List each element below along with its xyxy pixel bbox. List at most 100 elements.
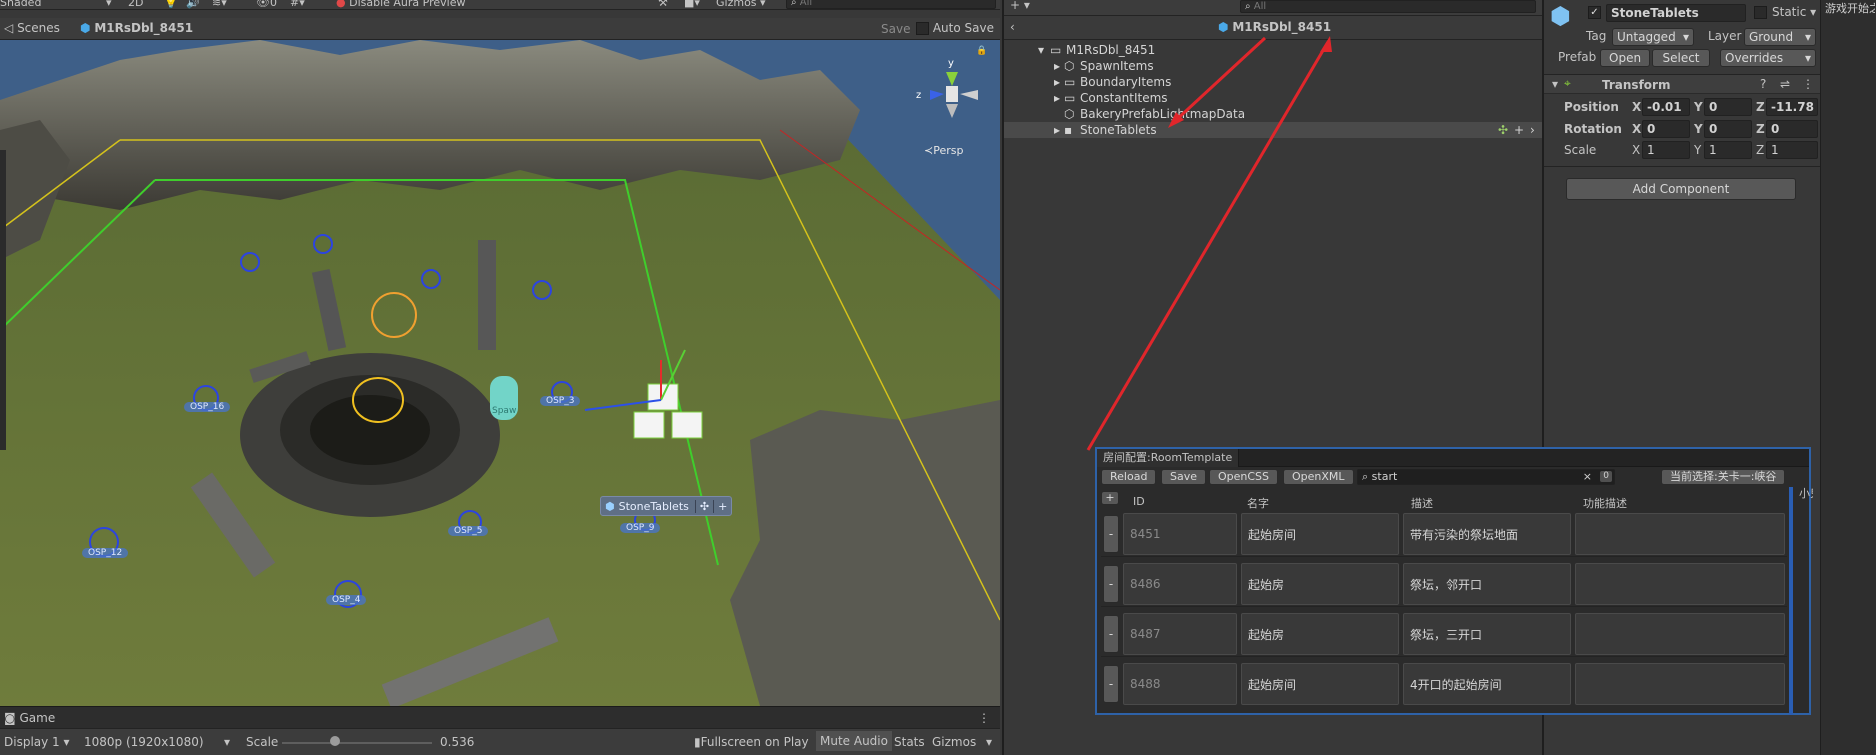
- rotation-z-field[interactable]: 0: [1766, 120, 1818, 138]
- camera-icon[interactable]: ■▾: [684, 0, 700, 9]
- function-cell[interactable]: [1575, 613, 1785, 655]
- table-row[interactable]: - 8451 起始房间 带有污染的祭坛地面: [1101, 509, 1787, 557]
- reload-button[interactable]: Reload: [1101, 469, 1157, 485]
- table-row[interactable]: - 8487 起始房 祭坛，三开口: [1101, 609, 1787, 657]
- current-selection-button[interactable]: 当前选择:关卡一:峡谷: [1661, 469, 1786, 485]
- id-cell[interactable]: 8487: [1123, 613, 1237, 655]
- scale-z-field[interactable]: 1: [1766, 141, 1818, 159]
- pivot-icon[interactable]: ✣: [694, 499, 713, 513]
- save-button[interactable]: Save: [1161, 469, 1207, 485]
- scenes-button[interactable]: ◁ Scenes: [4, 21, 60, 35]
- clear-search-icon[interactable]: ×: [1583, 470, 1592, 484]
- save-button[interactable]: Save: [872, 20, 920, 38]
- id-cell[interactable]: 8451: [1123, 513, 1237, 555]
- position-z-field[interactable]: -11.78: [1766, 98, 1818, 116]
- desc-cell[interactable]: 祭坛，邻开口: [1403, 563, 1571, 605]
- rotation-x-field[interactable]: 0: [1642, 120, 1690, 138]
- more-options-icon[interactable]: ⋮: [978, 711, 990, 725]
- projection-toggle[interactable]: ≺Persp: [924, 144, 963, 157]
- open-xml-button[interactable]: OpenXML: [1283, 469, 1354, 485]
- remove-row-button[interactable]: -: [1103, 665, 1119, 703]
- lighting-icon[interactable]: 💡: [164, 0, 178, 9]
- add-icon[interactable]: +: [713, 499, 731, 513]
- scale-slider[interactable]: [282, 742, 432, 744]
- selected-object-overlay[interactable]: ⬢ StoneTablets ✣ +: [600, 496, 733, 516]
- scale-y-field[interactable]: 1: [1704, 141, 1752, 159]
- scale-slider-handle[interactable]: [330, 736, 340, 746]
- table-row[interactable]: - 8486 起始房 祭坛，邻开口: [1101, 559, 1787, 607]
- prefab-open-button[interactable]: Open: [1600, 49, 1650, 67]
- mute-audio-toggle[interactable]: Mute Audio: [816, 731, 892, 751]
- vertical-scrollbar[interactable]: [1789, 487, 1793, 715]
- position-x-field[interactable]: -0.01: [1642, 98, 1690, 116]
- fullscreen-toggle[interactable]: ▮Fullscreen on Play: [694, 735, 809, 749]
- spawn-label[interactable]: OSP_4: [326, 595, 367, 605]
- pivot-icon[interactable]: ✣: [1498, 122, 1508, 138]
- orientation-gizmo[interactable]: y z ≺Persp: [912, 50, 992, 157]
- open-css-button[interactable]: OpenCSS: [1209, 469, 1279, 485]
- scale-x-field[interactable]: 1: [1642, 141, 1690, 159]
- audio-icon[interactable]: 🔊: [186, 0, 200, 9]
- lock-icon[interactable]: 🔒: [976, 46, 987, 56]
- create-button[interactable]: + ▾: [1010, 0, 1030, 12]
- add-icon[interactable]: +: [1514, 122, 1524, 138]
- id-cell[interactable]: 8486: [1123, 563, 1237, 605]
- room-search-input[interactable]: ⌕ start × 0: [1357, 469, 1615, 485]
- shading-dropdown[interactable]: Shaded ▾: [0, 0, 120, 10]
- side-collapse-handle[interactable]: [0, 150, 6, 450]
- auto-save-toggle[interactable]: Auto Save: [916, 21, 994, 35]
- spawn-label[interactable]: OSP_5: [448, 526, 489, 536]
- help-icon[interactable]: ?: [1760, 77, 1766, 91]
- name-cell[interactable]: 起始房间: [1241, 663, 1399, 705]
- id-cell[interactable]: 8488: [1123, 663, 1237, 705]
- function-cell[interactable]: [1575, 563, 1785, 605]
- spawn-label[interactable]: OSP_12: [82, 548, 129, 558]
- add-row-button[interactable]: +: [1101, 491, 1119, 505]
- gizmos-dropdown[interactable]: Gizmos ▾: [716, 0, 766, 9]
- prefab-select-button[interactable]: Select: [1652, 49, 1710, 67]
- resolution-dropdown[interactable]: 1080p (1920x1080) ▾: [84, 735, 234, 749]
- scene-viewport[interactable]: OSP_16 OSP_3 OSP_5 OSP_12 OSP_4 OSP_9 Sp…: [0, 40, 1000, 706]
- table-row[interactable]: - 8488 起始房间 4开口的起始房间: [1101, 659, 1787, 709]
- chevron-right-icon[interactable]: ›: [1530, 122, 1535, 138]
- game-tab[interactable]: ◙ Game: [4, 711, 55, 725]
- object-name-field[interactable]: StoneTablets: [1606, 4, 1746, 22]
- active-checkbox[interactable]: ✓: [1588, 6, 1601, 19]
- spawn-label[interactable]: OSP_3: [540, 396, 581, 406]
- game-gizmos-dropdown[interactable]: Gizmos ▾: [932, 735, 992, 749]
- stats-toggle[interactable]: Stats: [894, 735, 925, 749]
- spawn-label[interactable]: OSP_9: [620, 523, 661, 533]
- spawn-label[interactable]: OSP_16: [184, 402, 231, 412]
- static-checkbox[interactable]: [1754, 6, 1767, 19]
- tag-dropdown[interactable]: Untagged ▾: [1612, 28, 1694, 46]
- rotation-y-field[interactable]: 0: [1704, 120, 1752, 138]
- overrides-dropdown[interactable]: Overrides ▾: [1720, 49, 1816, 67]
- breadcrumb[interactable]: ⬢ M1RsDbl_8451: [80, 21, 193, 35]
- preset-icon[interactable]: ⇌: [1780, 77, 1790, 91]
- name-cell[interactable]: 起始房间: [1241, 513, 1399, 555]
- remove-row-button[interactable]: -: [1103, 515, 1119, 553]
- name-cell[interactable]: 起始房: [1241, 563, 1399, 605]
- more-options-icon[interactable]: ⋮: [1802, 77, 1814, 91]
- scene-search-input[interactable]: ⌕ All: [786, 0, 996, 9]
- add-component-button[interactable]: Add Component: [1566, 178, 1796, 200]
- desc-cell[interactable]: 4开口的起始房间: [1403, 663, 1571, 705]
- back-icon[interactable]: ‹: [1010, 20, 1015, 34]
- desc-cell[interactable]: 祭坛，三开口: [1403, 613, 1571, 655]
- remove-row-button[interactable]: -: [1103, 615, 1119, 653]
- grid-snap-icon[interactable]: #▾: [290, 0, 305, 9]
- room-template-tab[interactable]: 房间配置:RoomTemplate: [1097, 449, 1240, 467]
- name-cell[interactable]: 起始房: [1241, 613, 1399, 655]
- hierarchy-search-input[interactable]: ⌕ All: [1240, 0, 1536, 13]
- effects-icon[interactable]: ≋▾: [212, 0, 227, 9]
- toggle-2d-button[interactable]: 2D: [128, 0, 152, 10]
- transform-header[interactable]: ▾ ⌖ Transform ? ⇌ ⋮: [1544, 74, 1822, 94]
- aura-toggle[interactable]: ● Disable Aura Preview: [336, 0, 466, 9]
- display-dropdown[interactable]: Display 1 ▾: [4, 735, 70, 749]
- layer-dropdown[interactable]: Ground ▾: [1744, 28, 1816, 46]
- position-y-field[interactable]: 0: [1704, 98, 1752, 116]
- spawn-label[interactable]: Spaw: [492, 406, 516, 416]
- desc-cell[interactable]: 带有污染的祭坛地面: [1403, 513, 1571, 555]
- auto-save-checkbox[interactable]: [916, 22, 929, 35]
- function-cell[interactable]: [1575, 663, 1785, 705]
